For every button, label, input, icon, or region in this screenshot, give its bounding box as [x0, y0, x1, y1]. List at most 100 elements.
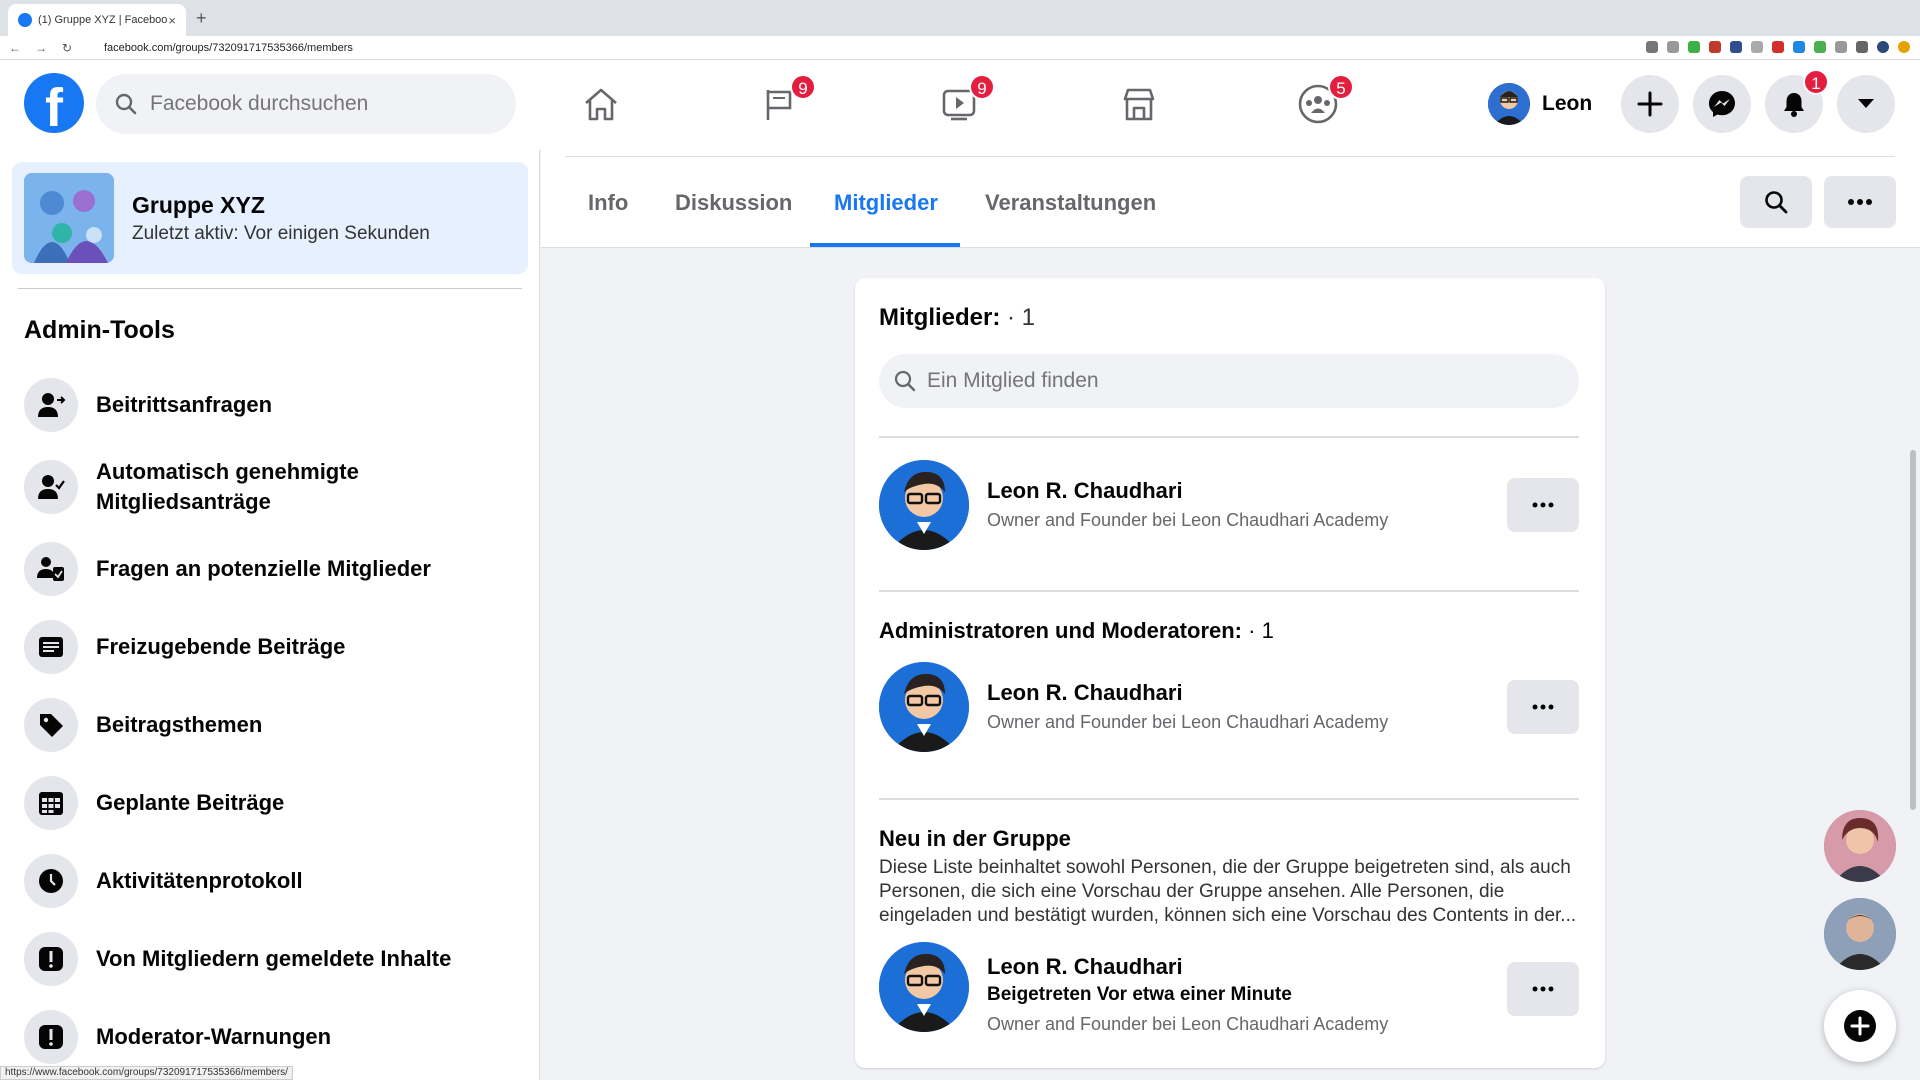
tab-members[interactable]: Mitglieder — [834, 190, 938, 216]
member-options-button[interactable] — [1507, 680, 1579, 734]
facebook-logo[interactable]: f — [24, 73, 84, 133]
facebook-favicon-icon — [18, 13, 32, 27]
facebook-search-input[interactable] — [150, 92, 490, 116]
member-options-button[interactable] — [1507, 478, 1579, 532]
extension-icon[interactable] — [1814, 41, 1826, 53]
more-dots-icon — [1532, 986, 1554, 992]
avatar[interactable] — [879, 942, 969, 1032]
tab-info[interactable]: Info — [588, 190, 628, 216]
url-field[interactable]: facebook.com/groups/732091717535366/memb… — [104, 42, 353, 54]
member-subtitle: Owner and Founder bei Leon Chaudhari Aca… — [987, 712, 1389, 732]
list-item[interactable]: Leon R. Chaudhari Owner and Founder bei … — [879, 662, 1579, 754]
page-scrollbar[interactable] — [1910, 450, 1916, 810]
account-menu-button[interactable] — [1837, 75, 1895, 133]
group-tabs-bar: Info Diskussion Mitglieder Veranstaltung… — [541, 150, 1920, 248]
nav-watch[interactable]: 9 — [937, 74, 995, 126]
plus-icon — [1844, 1010, 1876, 1042]
new-tab-button[interactable]: + — [196, 8, 207, 29]
sidebar-item-auto-approved[interactable]: Automatisch genehmigte Mitgliedsanträge — [24, 444, 534, 530]
avatar[interactable] — [879, 662, 969, 752]
extension-icon[interactable] — [1856, 41, 1868, 53]
tab-events[interactable]: Veranstaltungen — [985, 190, 1156, 216]
new-members-title: Neu in der Gruppe — [879, 826, 1071, 851]
member-name[interactable]: Leon R. Chaudhari — [987, 680, 1183, 706]
extension-icon[interactable] — [1709, 41, 1721, 53]
extension-icon[interactable] — [1751, 41, 1763, 53]
tab-discussion[interactable]: Diskussion — [675, 190, 792, 216]
profile-icon[interactable] — [1877, 41, 1889, 53]
search-icon — [894, 370, 916, 392]
sidebar: Gruppe XYZ Zuletzt aktiv: Vor einigen Se… — [0, 150, 540, 1080]
member-joined-time: Beigetreten Vor etwa einer Minute — [987, 984, 1292, 1005]
group-more-button[interactable] — [1824, 176, 1896, 228]
avatar[interactable] — [879, 460, 969, 550]
nav-marketplace[interactable] — [1117, 82, 1161, 126]
messenger-button[interactable] — [1693, 75, 1751, 133]
member-options-button[interactable] — [1507, 962, 1579, 1016]
member-search[interactable] — [879, 354, 1579, 408]
zoom-icon[interactable] — [1646, 41, 1658, 53]
list-item[interactable]: Leon R. Chaudhari Owner and Founder bei … — [879, 460, 1579, 552]
sidebar-item-post-topics[interactable]: Beitragsthemen — [24, 686, 534, 764]
star-icon[interactable] — [1667, 41, 1679, 53]
member-subtitle: Owner and Founder bei Leon Chaudhari Aca… — [987, 510, 1389, 530]
admin-tools-title: Admin-Tools — [24, 316, 175, 344]
notifications-button[interactable]: 1 — [1765, 69, 1829, 133]
forward-button[interactable]: → — [30, 41, 52, 55]
clock-icon — [24, 854, 78, 908]
tag-icon — [24, 698, 78, 752]
nav-pages[interactable]: 9 — [758, 74, 816, 126]
extension-icon[interactable] — [1730, 41, 1742, 53]
member-search-input[interactable] — [927, 369, 1527, 393]
sidebar-item-label: Von Mitgliedern gemeldete Inhalte — [96, 946, 452, 971]
nav-groups[interactable]: 5 — [1296, 74, 1354, 126]
reload-button[interactable]: ↻ — [56, 41, 78, 55]
sidebar-item-pending-posts[interactable]: Freizugebende Beiträge — [24, 608, 534, 686]
sidebar-item-join-requests[interactable]: Beitrittsanfragen — [24, 366, 534, 444]
nav-home[interactable] — [579, 82, 623, 126]
group-last-active: Zuletzt aktiv: Vor einigen Sekunden — [132, 222, 430, 244]
sidebar-item-label: Fragen an potenzielle Mitglieder — [96, 556, 431, 581]
group-search-button[interactable] — [1740, 176, 1812, 228]
sidebar-item-scheduled-posts[interactable]: Geplante Beiträge — [24, 764, 534, 842]
messenger-icon — [1709, 91, 1735, 117]
bell-icon — [1784, 93, 1804, 117]
extension-icon[interactable] — [1688, 41, 1700, 53]
extension-icon[interactable] — [1835, 41, 1847, 53]
sidebar-item-member-reported[interactable]: Von Mitgliedern gemeldete Inhalte — [24, 920, 534, 998]
facebook-search[interactable] — [96, 74, 516, 134]
alert-icon — [24, 1010, 78, 1064]
tab-close-icon[interactable]: × — [168, 13, 176, 28]
list-item[interactable]: Leon R. Chaudhari Beigetreten Vor etwa e… — [879, 942, 1579, 1042]
group-card[interactable]: Gruppe XYZ Zuletzt aktiv: Vor einigen Se… — [12, 162, 528, 274]
new-message-button[interactable] — [1824, 990, 1896, 1062]
member-name[interactable]: Leon R. Chaudhari — [987, 954, 1183, 980]
alert-icon — [24, 932, 78, 986]
extension-icon[interactable] — [1793, 41, 1805, 53]
sidebar-item-activity-log[interactable]: Aktivitätenprotokoll — [24, 842, 534, 920]
admin-tools-list: Beitrittsanfragen Automatisch genehmigte… — [24, 366, 534, 1076]
sidebar-item-label: Moderator-Warnungen — [96, 1024, 332, 1049]
sidebar-item-label: Beitragsthemen — [96, 712, 263, 737]
profile-button[interactable]: Leon — [1488, 82, 1592, 126]
chat-contact-avatar[interactable] — [1824, 898, 1896, 970]
members-title: Mitglieder: · 1 — [879, 304, 1036, 331]
create-button[interactable] — [1621, 75, 1679, 133]
sidebar-item-label: Automatisch genehmigte Mitgliedsanträge — [96, 459, 359, 514]
sidebar-item-membership-questions[interactable]: Fragen an potenzielle Mitglieder — [24, 530, 534, 608]
back-button[interactable]: ← — [4, 41, 26, 55]
member-name[interactable]: Leon R. Chaudhari — [987, 478, 1183, 504]
sidebar-item-moderator-alerts[interactable]: Moderator-Warnungen — [24, 998, 534, 1076]
browser-tab[interactable]: (1) Gruppe XYZ | Facebook × — [8, 4, 186, 36]
notifications-badge: 1 — [1803, 69, 1829, 95]
pages-badge: 9 — [790, 74, 816, 100]
sidebar-item-label: Aktivitätenprotokoll — [96, 868, 303, 893]
facebook-header: f 9 9 5 Leon 1 — [0, 60, 1920, 150]
browser-status-url: https://www.facebook.com/groups/73209171… — [0, 1066, 293, 1080]
divider — [879, 590, 1579, 592]
more-dots-icon — [1532, 502, 1554, 508]
divider — [18, 288, 522, 289]
extension-icon[interactable] — [1772, 41, 1784, 53]
chat-contact-avatar[interactable] — [1824, 810, 1896, 882]
menu-icon[interactable] — [1898, 41, 1910, 53]
